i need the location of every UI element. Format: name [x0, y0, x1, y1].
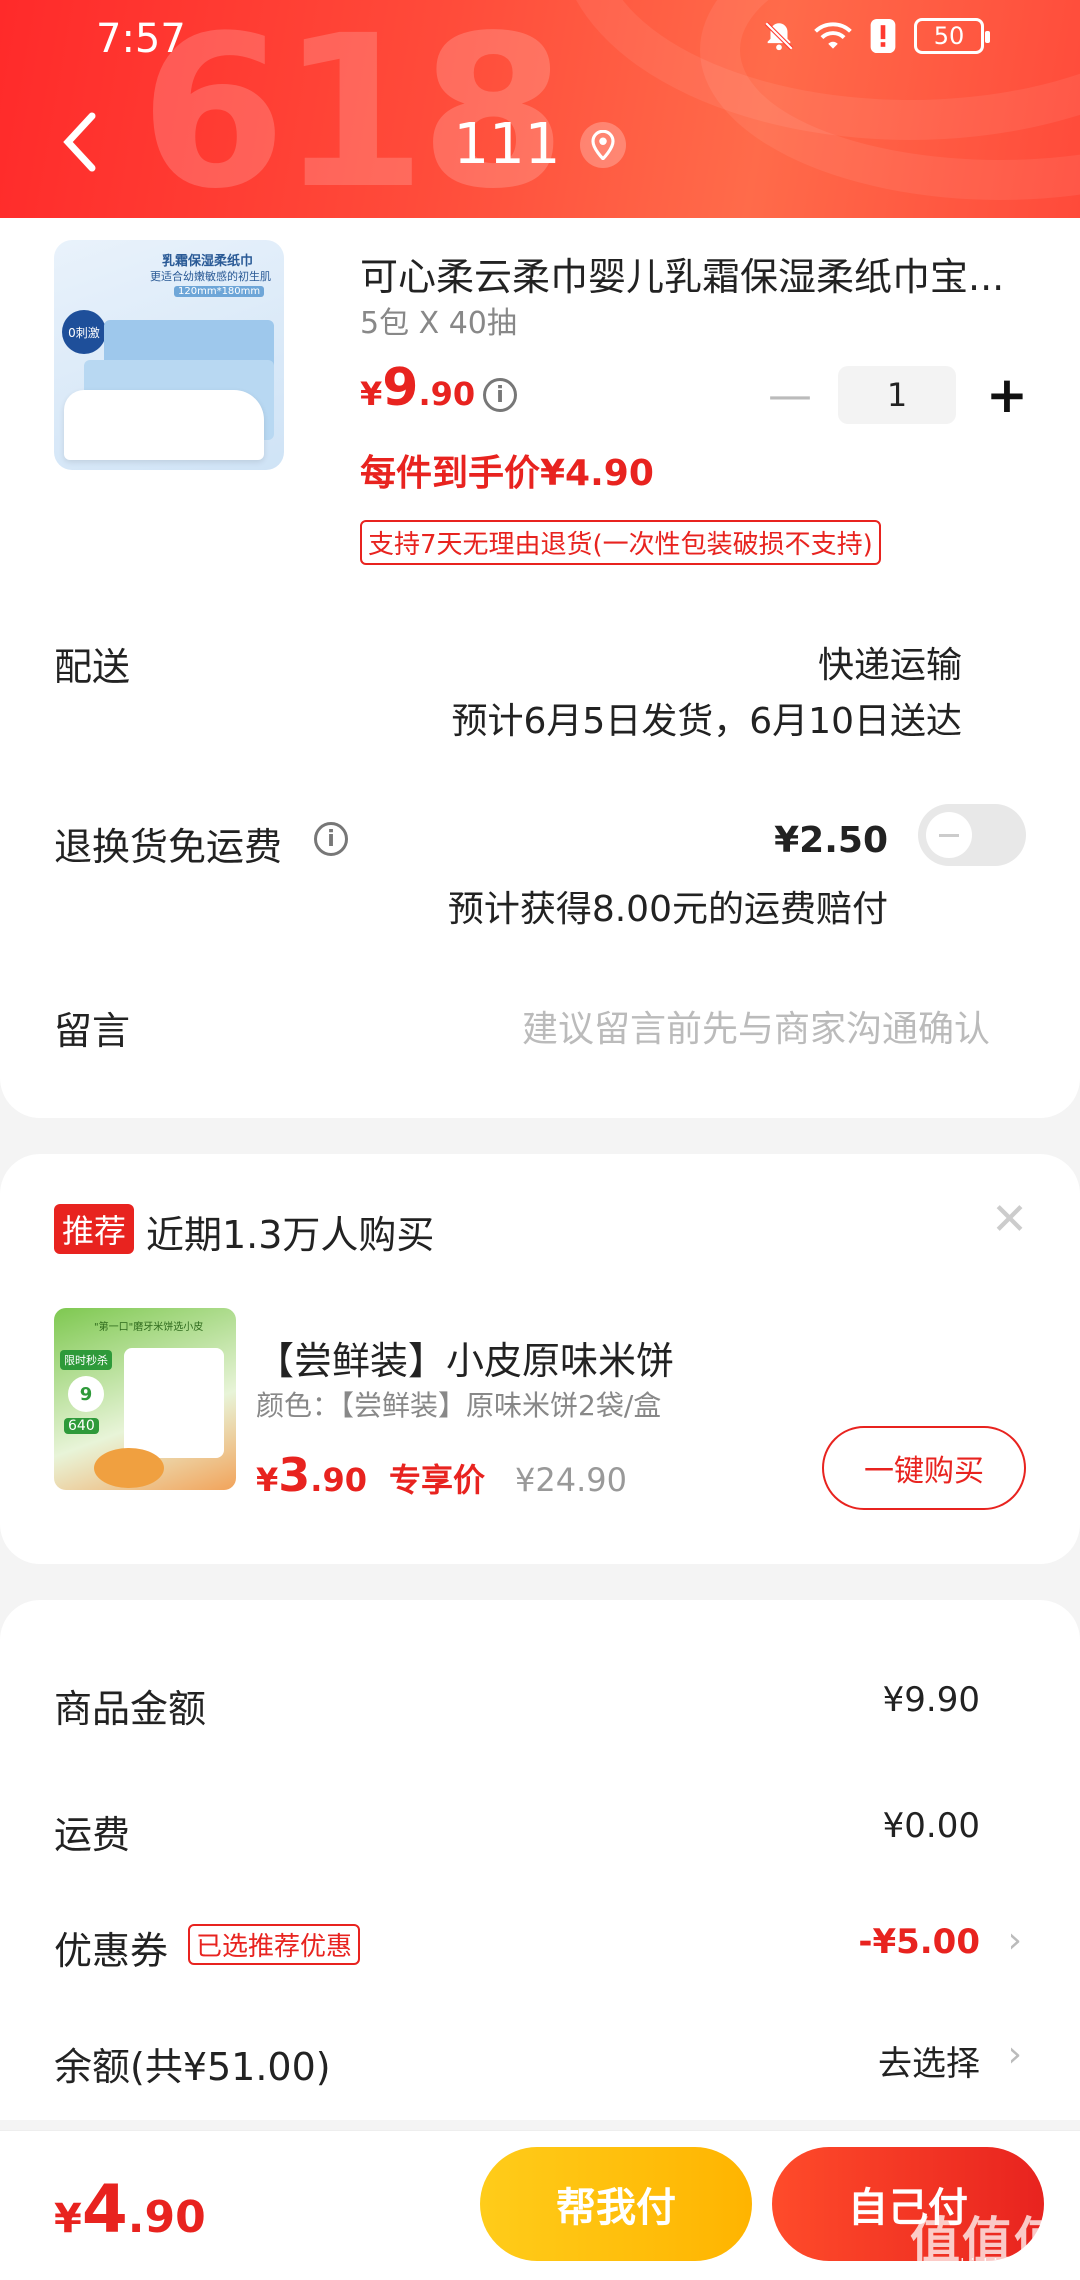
- product-image-badge: 0刺激: [62, 310, 106, 354]
- recommend-product-image[interactable]: "第一口"磨牙米饼选小皮 限时秒杀 9 640: [54, 1308, 236, 1490]
- bottom-bar: ¥ 4 .90 帮我付 自己付 值值值 zhizhizhi.com: [0, 2130, 1080, 2280]
- return-fee-label: 退换货免运费: [54, 825, 283, 869]
- recommend-price: ¥ 3 .90 专享价 ¥24.90: [256, 1448, 627, 1502]
- recommend-image-text: "第一口"磨牙米饼选小皮: [94, 1322, 204, 1333]
- bell-muted-icon: [764, 21, 794, 51]
- price-int: 4: [81, 2171, 128, 2248]
- recommend-product-name[interactable]: 【尝鲜装】小皮原味米饼: [256, 1330, 674, 1385]
- alert-icon: [870, 19, 896, 53]
- one-click-buy-button[interactable]: 一键购买: [822, 1426, 1026, 1510]
- return-fee-price: ¥2.50: [774, 820, 888, 861]
- recommend-card: 推荐 近期1.3万人购买 ✕ "第一口"磨牙米饼选小皮 限时秒杀 9 640 【…: [0, 1154, 1080, 1564]
- chevron-right-icon[interactable]: ›: [1008, 1920, 1022, 1961]
- close-icon[interactable]: ✕: [991, 1194, 1028, 1245]
- exclusive-price-label: 专享价: [388, 1461, 485, 1499]
- shipping-label: 运费: [54, 1813, 131, 1857]
- battery-icon: 50: [914, 18, 990, 54]
- coupon-tag: 已选推荐优惠: [188, 1924, 361, 1965]
- summary-card: 商品金额 ¥9.90 运费 ¥0.00 优惠券 已选推荐优惠 -¥5.00 › …: [0, 1600, 1080, 2120]
- price-dec: .90: [418, 375, 476, 413]
- price-info-icon[interactable]: i: [483, 378, 517, 412]
- product-image-text: 更适合幼嫩敏感的初生肌: [150, 270, 271, 283]
- coupon-value[interactable]: -¥5.00: [858, 1922, 980, 1962]
- header: 618 7:57 50 111: [0, 0, 1080, 230]
- price-dec: .90: [127, 2192, 206, 2243]
- message-label: 留言: [54, 1009, 131, 1053]
- return-fee-toggle[interactable]: [918, 804, 1026, 866]
- return-fee-note: 预计获得8.00元的运费赔付: [447, 889, 888, 930]
- balance-label[interactable]: 余额(共¥51.00): [54, 2036, 331, 2091]
- price-int: 3: [278, 1448, 311, 1502]
- plus-button[interactable]: +: [986, 366, 1028, 424]
- coupon-label[interactable]: 优惠券: [54, 1920, 168, 1975]
- chevron-right-icon[interactable]: ›: [1008, 2034, 1022, 2075]
- price-int: 9: [382, 358, 419, 418]
- tissue-graphic: [64, 390, 264, 460]
- recommend-tag: 推荐: [54, 1204, 135, 1254]
- recommend-title: 近期1.3万人购买: [146, 1213, 435, 1257]
- page-title-text: 111: [453, 112, 561, 177]
- order-card: 乳霜保湿柔纸巾 更适合幼嫩敏感的初生肌 120mm*180mm 0刺激 可心柔云…: [0, 218, 1080, 1118]
- price-symbol: ¥: [54, 2196, 82, 2242]
- toggle-knob: [926, 812, 972, 858]
- product-image[interactable]: 乳霜保湿柔纸巾 更适合幼嫩敏感的初生肌 120mm*180mm 0刺激: [54, 240, 284, 470]
- watermark-url: zhizhizhi.com: [951, 2255, 1060, 2274]
- recommend-image-count: 640: [64, 1418, 99, 1434]
- return-policy-badge: 支持7天无理由退货(一次性包装破损不支持): [360, 520, 881, 565]
- help-pay-button[interactable]: 帮我付: [480, 2147, 752, 2261]
- message-input[interactable]: 建议留言前先与商家沟通确认: [522, 1000, 990, 1052]
- price-symbol: ¥: [256, 1461, 279, 1499]
- product-price: ¥ 9 .90: [360, 358, 475, 418]
- mango-graphic: [94, 1448, 164, 1488]
- total-price: ¥ 4 .90: [54, 2171, 206, 2248]
- balance-value[interactable]: 去选择: [878, 2036, 980, 2085]
- recommend-image-price: 9: [68, 1376, 104, 1412]
- location-icon[interactable]: [580, 121, 627, 168]
- product-spec[interactable]: 5包 X 40抽: [360, 298, 517, 342]
- goods-amount-label: 商品金额: [54, 1687, 207, 1731]
- delivery-method[interactable]: 快递运输: [818, 636, 962, 688]
- product-image-text: 乳霜保湿柔纸巾: [162, 254, 254, 269]
- price-symbol: ¥: [360, 375, 383, 413]
- quantity-stepper: — 1 +: [768, 366, 1028, 424]
- ricecake-pack-graphic: [124, 1348, 224, 1458]
- wifi-icon: [814, 22, 852, 49]
- original-price: ¥24.90: [514, 1461, 627, 1499]
- price-dec: .90: [310, 1461, 367, 1499]
- shipping-value: ¥0.00: [882, 1806, 980, 1846]
- return-fee-info-icon[interactable]: i: [314, 822, 348, 856]
- page-title: 111: [0, 112, 1080, 177]
- status-time: 7:57: [96, 16, 186, 62]
- minus-button[interactable]: —: [768, 370, 812, 421]
- delivery-estimate: 预计6月5日发货，6月10日送达: [451, 701, 962, 742]
- recommend-image-badge: 限时秒杀: [60, 1350, 112, 1370]
- product-image-text: 120mm*180mm: [174, 286, 265, 297]
- quantity-input[interactable]: 1: [838, 366, 956, 424]
- deal-price: 每件到手价¥4.90: [360, 453, 654, 494]
- product-name[interactable]: 可心柔云柔巾婴儿乳霜保湿柔纸巾宝...: [360, 246, 1030, 301]
- delivery-label: 配送: [54, 645, 131, 689]
- goods-amount-value: ¥9.90: [882, 1680, 980, 1720]
- status-icons: 50: [762, 18, 990, 54]
- recommend-product-color: 颜色：【尝鲜装】原味米饼2袋/盒: [256, 1389, 662, 1422]
